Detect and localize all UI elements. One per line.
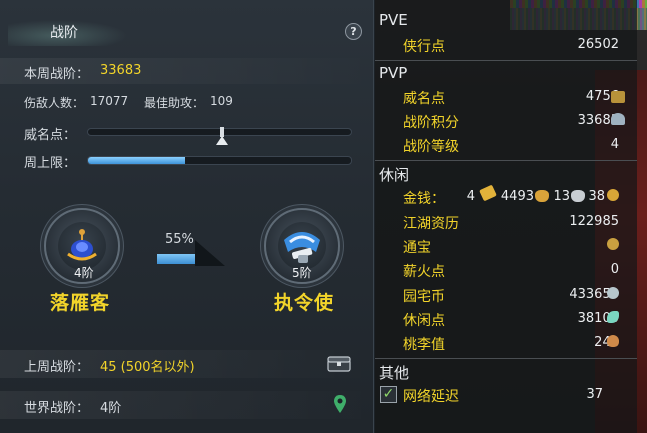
weekly-cap-fill — [88, 157, 186, 164]
next-rank-name: 执令使 — [274, 292, 335, 314]
tongbao-coin-icon — [607, 238, 619, 250]
copper-ingot-icon — [571, 190, 585, 202]
prestige-pointer-icon — [216, 136, 228, 145]
other-item-value: 37 — [586, 387, 603, 402]
last-week-value: 45 (500名以外) — [100, 360, 195, 375]
kills-value: 17077 — [90, 94, 129, 108]
kills-label: 伤敌人数： — [24, 96, 85, 110]
leisure-section-title: 休闲 — [379, 166, 410, 184]
panel-title: 战阶 — [50, 25, 78, 41]
leisure-item-label: 桃李值 — [403, 337, 445, 353]
world-rank-label: 世界战阶： — [24, 401, 90, 416]
next-rank-inner — [278, 222, 326, 270]
leisure-item-label: 通宝 — [403, 240, 431, 256]
currency-panel: PVE 侠行点 26502 PVP 威名点 4756 战阶积分 33683 战阶… — [375, 0, 647, 433]
other-item-label: 网络延迟 — [403, 389, 459, 405]
weekly-rank-label: 本周战阶： — [24, 67, 90, 82]
pvp-section-title: PVP — [379, 64, 408, 82]
assists-value: 109 — [210, 94, 233, 108]
stats-row: 伤敌人数： 17077 最佳助攻： 109 — [0, 92, 374, 112]
house-coin-icon — [607, 287, 619, 299]
peach-icon — [607, 335, 619, 347]
money-copper: 13 — [553, 189, 570, 204]
panel-header: 战阶 ? — [0, 14, 374, 46]
rank-progress-percent: 55% — [165, 232, 194, 247]
battle-rank-panel: 战阶 ? 本周战阶： 33683 伤敌人数： 17077 最佳助攻： 109 威… — [0, 0, 374, 433]
current-tier: 4阶 — [74, 266, 94, 280]
money-label: 金钱： — [403, 191, 445, 207]
next-tier: 5阶 — [292, 266, 312, 280]
leisure-item-label: 园宅币 — [403, 289, 445, 305]
help-icon[interactable]: ? — [345, 23, 362, 40]
prestige-token-icon — [611, 91, 625, 103]
latency-checkbox[interactable]: ✓ — [380, 386, 397, 403]
pvp-item-label: 威名点 — [403, 91, 445, 107]
map-pin-icon[interactable] — [333, 394, 347, 414]
pvp-item-label: 战阶积分 — [403, 115, 459, 131]
prestige-label: 威名点： — [24, 128, 77, 143]
leisure-item-value: 122985 — [569, 214, 619, 229]
leisure-item-label: 休闲点 — [403, 313, 445, 329]
lotus-lamp-icon — [67, 229, 97, 261]
section-divider — [375, 358, 637, 359]
pve-section-title: PVE — [379, 11, 408, 29]
leisure-item-label: 江湖资历 — [403, 216, 459, 232]
weekly-rank-value: 33683 — [100, 63, 142, 78]
leisure-item-label: 薪火点 — [403, 264, 445, 280]
rank-score-icon — [611, 113, 625, 125]
money-other: 38 — [588, 189, 605, 204]
world-rank-value: 4阶 — [100, 401, 122, 416]
command-token-icon — [284, 232, 320, 263]
current-rank-name: 落雁客 — [50, 292, 111, 314]
current-rank-inner — [58, 222, 106, 270]
weekly-cap-label: 周上限： — [24, 156, 77, 171]
money-silver: 4493 — [500, 189, 534, 204]
weekly-cap-bar — [87, 156, 352, 165]
section-divider — [375, 60, 637, 61]
world-rank-row: 世界战阶： 4阶 — [0, 391, 374, 419]
silver-ingot-icon — [535, 190, 549, 202]
last-week-label: 上周战阶： — [24, 360, 90, 375]
rank-progress-bar — [157, 254, 195, 264]
rank-progress-wedge — [195, 240, 225, 266]
last-week-row: 上周战阶： 45 (500名以外) — [0, 350, 374, 378]
chest-icon[interactable] — [327, 356, 351, 372]
other-section-title: 其他 — [379, 364, 410, 382]
money-gold: 4 — [466, 189, 475, 204]
leisure-item-value: 0 — [610, 262, 619, 277]
pvp-item-label: 战阶等级 — [403, 139, 459, 155]
pve-item-label: 侠行点 — [403, 39, 445, 55]
pvp-item-value: 4 — [610, 137, 619, 152]
assists-label: 最佳助攻： — [144, 96, 205, 110]
weekly-rank-row: 本周战阶： 33683 — [0, 58, 374, 84]
section-divider — [375, 160, 637, 161]
coin-icon — [607, 189, 619, 201]
pve-item-value: 26502 — [577, 37, 619, 52]
